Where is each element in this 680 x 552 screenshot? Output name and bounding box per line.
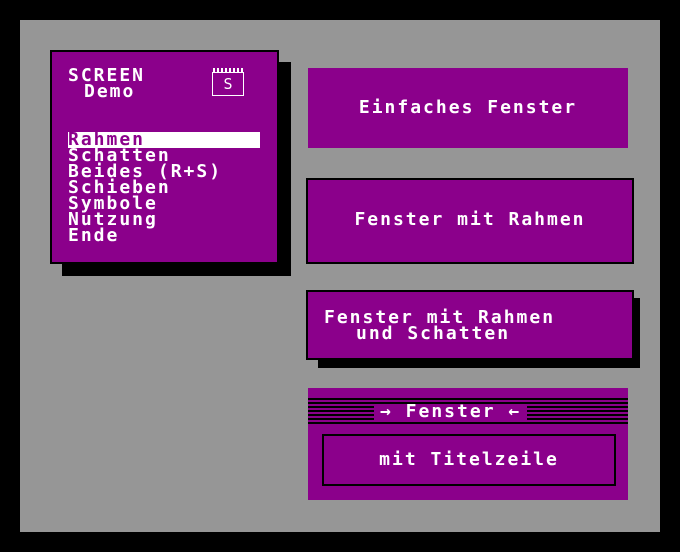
framed-window: Fenster mit Rahmen [306, 178, 634, 264]
simple-window-text: Einfaches Fenster [358, 97, 578, 118]
simple-window: Einfaches Fenster [308, 68, 628, 148]
menu-panel: SCREEN Demo S Rahmen Schatten Beides (R+… [50, 50, 279, 264]
s-logo-icon: S [212, 68, 244, 96]
titled-window-body: mit Titelzeile [322, 434, 616, 486]
framed-shadow-window: Fenster mit Rahmen und Schatten [306, 290, 634, 360]
menu-list: Rahmen Schatten Beides (R+S) Schieben Sy… [68, 131, 260, 245]
framed-window-text: Fenster mit Rahmen [354, 209, 586, 230]
titled-window: → Fenster ← mit Titelzeile [308, 388, 628, 500]
menu-item-ende[interactable]: Ende [68, 227, 260, 245]
framed-shadow-text-line2: und Schatten [356, 323, 511, 344]
app-subtitle: Demo [84, 81, 136, 102]
window-title: → Fenster ← [374, 403, 528, 421]
dos-screen: SCREEN Demo S Rahmen Schatten Beides (R+… [20, 20, 660, 532]
window-titlebar: → Fenster ← [308, 398, 628, 426]
titled-window-text: mit Titelzeile [379, 449, 559, 470]
